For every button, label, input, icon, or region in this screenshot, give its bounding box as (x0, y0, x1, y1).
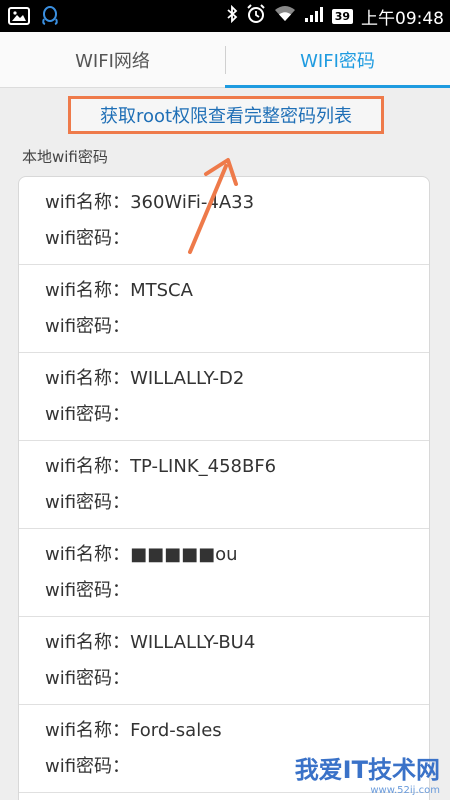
wifi-name-value: WILLALLY-BU4 (130, 632, 256, 653)
wifi-name-value: WILLALLY-D2 (130, 368, 245, 389)
get-root-button[interactable]: 获取root权限查看完整密码列表 (68, 96, 384, 134)
status-time: 上午09:48 (361, 8, 444, 29)
wifi-name-label: wifi名称： (45, 720, 131, 741)
wifi-name-label: wifi名称： (45, 632, 131, 653)
wifi-password-list: wifi名称：360WiFi-4A33 wifi密码： wifi名称：MTSCA… (18, 176, 430, 800)
status-bar: 39 上午09:48 (0, 0, 450, 32)
wifi-name-value: TP-LINK_458BF6 (130, 456, 277, 477)
tab-divider (225, 46, 226, 74)
watermark: 我爱IT技术网 www.52ij.com (295, 750, 440, 796)
bluetooth-icon (226, 4, 238, 27)
list-item[interactable]: wifi名称：TP-LINK_458BF6 wifi密码： (19, 441, 429, 529)
signal-icon (304, 5, 324, 27)
list-item[interactable]: wifi名称：MTSCA wifi密码： (19, 265, 429, 353)
watermark-url: www.52ij.com (370, 785, 440, 796)
wifi-password-label: wifi密码： (45, 756, 131, 777)
list-item[interactable]: wifi名称：WILLALLY-BU4 wifi密码： (19, 617, 429, 705)
list-item[interactable]: wifi名称：WILLALLY-D2 wifi密码： (19, 353, 429, 441)
tab-wifi-network[interactable]: WIFI网络 (0, 32, 225, 87)
tab-wifi-password[interactable]: WIFI密码 (225, 32, 450, 88)
wifi-name-value: ■■■■■ou (130, 544, 238, 565)
wifi-name-label: wifi名称： (45, 280, 131, 301)
wifi-password-label: wifi密码： (45, 492, 131, 513)
alarm-icon (246, 4, 266, 28)
qq-icon (40, 5, 60, 31)
list-item[interactable]: wifi名称：360WiFi-4A33 wifi密码： (19, 177, 429, 265)
wifi-name-label: wifi名称： (45, 544, 131, 565)
wifi-password-label: wifi密码： (45, 228, 131, 249)
watermark-text: 我爱IT技术网 (294, 756, 440, 784)
wifi-name-label: wifi名称： (45, 192, 131, 213)
wifi-name-value: 360WiFi-4A33 (130, 192, 255, 213)
wifi-password-label: wifi密码： (45, 316, 131, 337)
status-right: 39 上午09:48 (226, 0, 444, 32)
section-title: 本地wifi密码 (22, 148, 108, 166)
wifi-name-label: wifi名称： (45, 456, 131, 477)
wifi-name-value: Ford-sales (130, 720, 222, 741)
wifi-password-label: wifi密码： (45, 404, 131, 425)
battery-icon: 39 (331, 8, 353, 24)
gallery-icon (8, 7, 30, 29)
wifi-name-label: wifi名称： (45, 368, 131, 389)
status-left (8, 5, 60, 31)
wifi-password-label: wifi密码： (45, 668, 131, 689)
wifi-name-value: MTSCA (130, 280, 193, 301)
list-item[interactable]: wifi名称：■■■■■ou wifi密码： (19, 529, 429, 617)
wifi-password-label: wifi密码： (45, 580, 131, 601)
wifi-icon (274, 5, 296, 27)
